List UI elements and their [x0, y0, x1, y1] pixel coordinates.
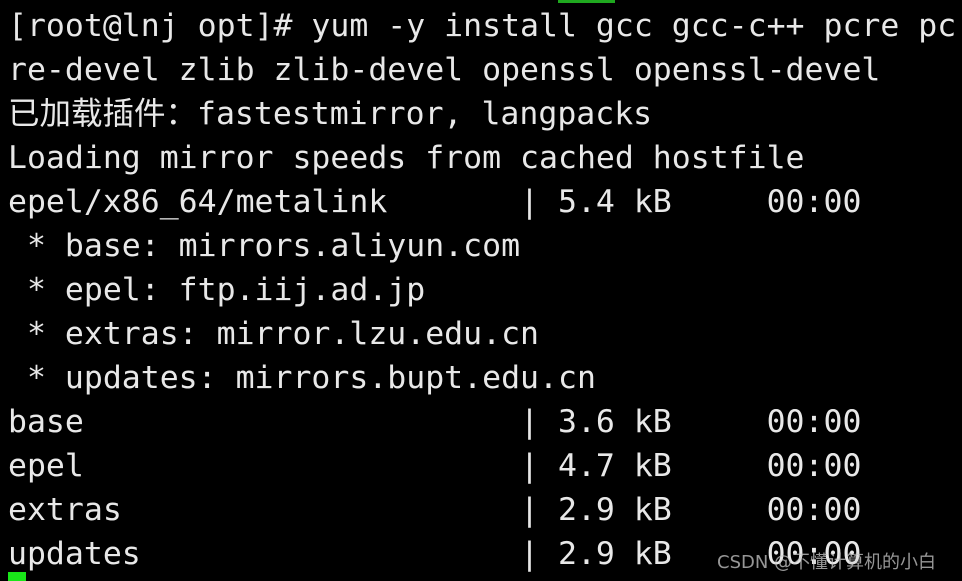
- terminal-output[interactable]: [root@lnj opt]# yum -y install gcc gcc-c…: [8, 4, 956, 576]
- terminal-line: epel | 4.7 kB 00:00: [8, 448, 862, 484]
- terminal-line: * extras: mirror.lzu.edu.cn: [8, 316, 540, 352]
- terminal-line: Loading mirror speeds from cached hostfi…: [8, 140, 805, 176]
- terminal-line: * epel: ftp.iij.ad.jp: [8, 272, 426, 308]
- watermark: CSDN @不懂计算机的小白: [717, 552, 937, 573]
- terminal-line: * updates: mirrors.bupt.edu.cn: [8, 360, 596, 396]
- scroll-indicator: [558, 0, 615, 3]
- terminal-line: 已加载插件：fastestmirror, langpacks: [8, 96, 653, 132]
- terminal-line: * base: mirrors.aliyun.com: [8, 228, 521, 264]
- terminal-cursor: [8, 572, 26, 581]
- terminal-line: base | 3.6 kB 00:00: [8, 404, 862, 440]
- terminal-line: re-devel zlib zlib-devel openssl openssl…: [8, 52, 881, 88]
- terminal-line: epel/x86_64/metalink | 5.4 kB 00:00: [8, 184, 862, 220]
- terminal-line: extras | 2.9 kB 00:00: [8, 492, 862, 528]
- terminal-line: [root@lnj opt]# yum -y install gcc gcc-c…: [8, 8, 957, 44]
